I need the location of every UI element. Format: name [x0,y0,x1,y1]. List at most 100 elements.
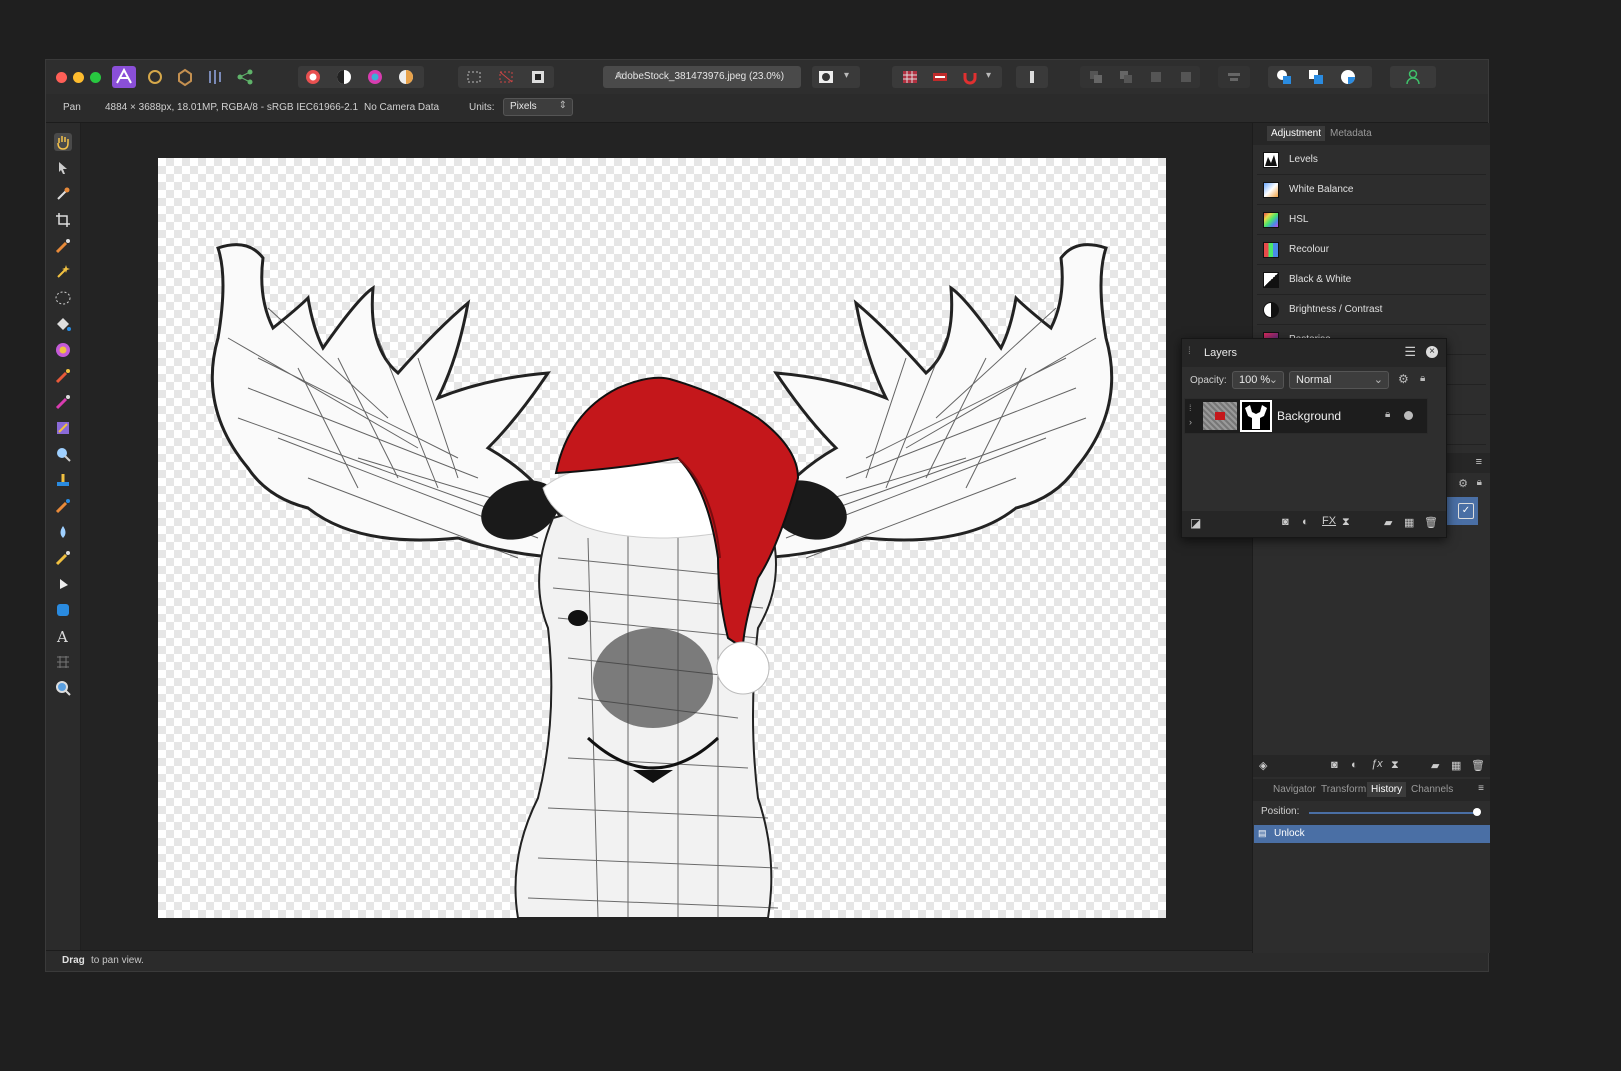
rectangle-tool-icon[interactable] [54,601,72,619]
chevron-down-icon[interactable]: ▾ [844,70,849,81]
dodge-tool-icon[interactable] [54,419,72,437]
paint-brush-tool-icon[interactable] [54,367,72,385]
delete-layer-icon[interactable]: 🗑︎ [1424,516,1438,529]
add-adjustment-icon[interactable]: ◐ [1302,516,1309,528]
expand-chevron-icon[interactable]: › [1189,417,1192,427]
layer-visibility-checkbox[interactable]: ✓ [1458,503,1474,519]
add-pixel-layer-icon[interactable]: ▦ [1404,516,1414,529]
smudge-tool-icon[interactable] [54,549,72,567]
bottom-panel-menu-icon[interactable]: ≡ [1478,783,1484,794]
color-picker-tool-icon[interactable] [54,185,72,203]
add-group-icon[interactable]: ▰ [1384,516,1392,529]
mask-layer-icon[interactable]: ◙ [1331,759,1338,771]
tab-navigator[interactable]: Navigator [1273,784,1316,795]
tone-mapping-persona-icon[interactable] [204,66,226,88]
info-icon[interactable] [1024,69,1040,85]
adjustment-item-hsl[interactable]: HSL [1257,205,1486,235]
gradient-tool-icon[interactable] [54,341,72,359]
move-tool-icon[interactable] [54,159,72,177]
layer-fx-icon[interactable]: FX [1322,515,1336,527]
adjustment-item-recolour[interactable]: Recolour [1257,235,1486,265]
layer-lock-icon[interactable]: 🔒︎ [1385,409,1390,420]
liquify-persona-icon[interactable] [144,66,166,88]
snapping-magnet-icon[interactable] [962,69,978,85]
history-position-slider[interactable] [1309,808,1481,816]
contrast-icon[interactable] [336,69,352,85]
drag-handle-icon[interactable]: ⁞ [1188,346,1191,357]
opacity-field[interactable]: 100 % ⌄ [1232,371,1284,389]
docked-layer-lock-icon[interactable]: 🔒︎ [1477,477,1482,488]
canvas-area[interactable] [81,123,1297,953]
add-live-filter-icon[interactable]: ⧗ [1342,516,1350,529]
adjustment-item-white-balance[interactable]: White Balance [1257,175,1486,205]
move-back-icon[interactable] [1088,69,1104,85]
layer-mask-thumbnail[interactable] [1240,400,1272,432]
export-persona-icon[interactable] [234,66,256,88]
flood-select-tool-icon[interactable] [54,263,72,281]
close-window-button[interactable] [56,72,67,83]
layers-panel-header[interactable]: ⁞ Layers ☰ × [1182,339,1446,367]
history-slider-knob[interactable] [1473,808,1481,816]
adjustment-item-black-white[interactable]: Black & White [1257,265,1486,295]
flip-icon[interactable] [1148,69,1164,85]
align-icon[interactable] [1226,69,1242,85]
grid-icon[interactable] [902,69,918,85]
deselect-icon[interactable] [498,69,514,85]
flood-fill-tool-icon[interactable] [54,315,72,333]
layer-settings-icon[interactable]: ⚙ [1398,372,1409,386]
blend-mode-select[interactable]: Normal ⌄ [1289,371,1389,389]
lock-icon[interactable]: 🔒︎ [1420,373,1425,384]
tab-channels[interactable]: Channels [1411,784,1453,795]
tab-metadata[interactable]: Metadata [1330,128,1372,139]
text-tool-icon[interactable]: A [54,627,72,646]
units-select[interactable]: Pixels ⇕ [503,98,573,116]
blur-tool-icon[interactable] [54,523,72,541]
tab-history[interactable]: History [1367,782,1407,797]
delete-layer-icon[interactable]: 🗑︎ [1471,759,1485,772]
minimize-window-button[interactable] [73,72,84,83]
history-item[interactable]: ▤ Unlock [1254,825,1490,843]
selection-brush-tool-icon[interactable] [54,237,72,255]
marquee-tool-icon[interactable] [54,289,72,307]
invert-selection-icon[interactable] [530,69,546,85]
snapping-options-chevron-icon[interactable]: ▾ [986,70,991,81]
tab-transform[interactable]: Transform [1321,784,1366,795]
zoom-window-button[interactable] [90,72,101,83]
layer-stack-icon[interactable]: ◪ [1190,516,1201,530]
layer-visibility-icon[interactable] [1404,411,1413,420]
adjustment-item-brightness-contrast[interactable]: Brightness / Contrast [1257,295,1486,325]
pixel-layer-icon[interactable]: ▦ [1451,759,1461,772]
color-wheel-icon[interactable] [367,69,383,85]
adjustment-item-levels[interactable]: Levels [1257,145,1486,175]
subtract-shape-icon[interactable] [1308,69,1324,85]
group-layers-icon[interactable]: ▰ [1431,759,1439,772]
marquee-select-icon[interactable] [466,69,482,85]
layer-drag-icon[interactable]: ⁞ [1189,403,1192,413]
healing-tool-icon[interactable] [54,497,72,515]
white-balance-icon[interactable] [398,69,414,85]
color-replacement-tool-icon[interactable] [54,393,72,411]
develop-persona-icon[interactable] [174,66,196,88]
document-canvas[interactable] [158,158,1166,918]
add-shape-icon[interactable] [1276,69,1292,85]
hand-tool-icon[interactable] [54,133,72,151]
docked-layer-settings-icon[interactable]: ⚙ [1458,477,1468,490]
zoom-view-tool-icon[interactable] [54,679,72,697]
layers-stack-icon[interactable]: ◈ [1259,759,1267,772]
color-picker-icon[interactable] [305,69,321,85]
zoom-tool-icon[interactable] [54,445,72,463]
layers-menu-icon[interactable]: ☰ [1404,344,1416,360]
close-panel-icon[interactable]: × [1426,346,1438,358]
live-filter-icon[interactable]: ⧗ [1391,759,1399,772]
document-tab[interactable]: AdobeStock_381473976.jpeg (23.0%) ★ [603,66,801,88]
photo-persona-icon[interactable] [112,66,136,88]
assistant-icon[interactable] [932,69,948,85]
crop-tool-icon[interactable] [54,211,72,229]
rotate-icon[interactable] [1178,69,1194,85]
move-forward-icon[interactable] [1118,69,1134,85]
add-mask-icon[interactable]: ◙ [1282,516,1289,528]
node-tool-icon[interactable] [54,575,72,593]
mesh-warp-tool-icon[interactable] [54,653,72,671]
adjustment-layer-icon[interactable]: ◐ [1351,759,1358,771]
docked-panel-menu-icon[interactable]: ≡ [1476,456,1482,468]
